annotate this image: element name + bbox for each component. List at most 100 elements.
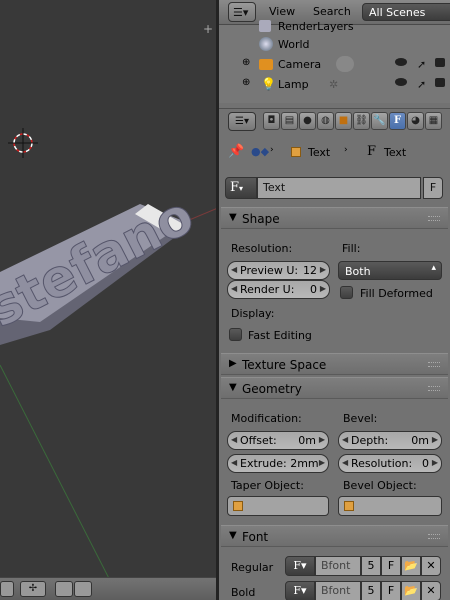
tab-font-data-icon[interactable]: F [389, 112, 406, 130]
tab-world-icon[interactable]: ◍ [317, 112, 334, 130]
close-icon[interactable]: ✕ [421, 581, 441, 600]
taper-object-field[interactable] [227, 496, 329, 516]
tab-render-icon[interactable]: ◘ [263, 112, 280, 130]
offset-value: 0m [298, 434, 316, 447]
bevel-resolution-label: Resolution: [351, 457, 413, 470]
tab-constraints-icon[interactable]: ⛓ [353, 112, 370, 130]
datablock-name-field[interactable]: Text [257, 177, 421, 199]
geometry-panel-header[interactable]: ▼ Geometry [221, 377, 448, 399]
tab-material-icon[interactable]: ◕ [407, 112, 424, 130]
viewport-canvas[interactable]: stefano [0, 0, 218, 600]
open-folder-icon[interactable]: 📂 [401, 581, 421, 600]
render-camera-icon[interactable] [435, 58, 445, 67]
offset-field[interactable]: ◀ Offset: 0m ▶ [227, 431, 329, 450]
bevel-resolution-value: 0 [422, 457, 429, 470]
tab-scene-icon[interactable]: ● [299, 112, 316, 130]
drag-grip-icon[interactable] [428, 362, 440, 367]
pin-icon[interactable]: 📌 [228, 144, 244, 159]
breadcrumb-object: Text [308, 146, 331, 159]
breadcrumb-data: Text [384, 146, 407, 159]
select-arrow-icon[interactable]: ➚ [417, 78, 426, 91]
increment-arrow-icon[interactable]: ▶ [319, 435, 325, 444]
bevel-object-field[interactable] [338, 496, 442, 516]
increment-arrow-icon[interactable]: ▶ [319, 458, 325, 467]
decrement-arrow-icon[interactable]: ◀ [231, 435, 237, 444]
increment-arrow-icon[interactable]: ▶ [432, 458, 438, 467]
fill-deformed-checkbox[interactable] [340, 286, 353, 299]
datablock-name: Text [263, 181, 286, 194]
decrement-arrow-icon[interactable]: ◀ [342, 458, 348, 467]
3d-viewport[interactable]: stefano + ✢ [0, 0, 218, 600]
decrement-arrow-icon[interactable]: ◀ [231, 265, 237, 274]
close-icon[interactable]: ✕ [421, 556, 441, 576]
fake-user-button[interactable]: F [381, 556, 401, 576]
bevel-resolution-field[interactable]: ◀ Resolution: 0 ▶ [338, 454, 442, 473]
bevel-label: Bevel: [343, 412, 378, 425]
viewport-plus-icon[interactable]: + [203, 22, 213, 36]
datablock-browse-button[interactable]: F▾ [225, 177, 257, 199]
shape-panel-header[interactable]: ▼ Shape [221, 207, 448, 229]
right-panel: ☰▾ View Search All Scenes RenderLayers W… [219, 0, 450, 600]
depth-field[interactable]: ◀ Depth: 0m ▶ [338, 431, 442, 450]
outliner-row-renderlayers[interactable]: RenderLayers [219, 16, 450, 36]
render-camera-icon[interactable] [435, 78, 445, 87]
expand-icon[interactable]: ⊕ [242, 57, 250, 68]
tab-modifiers-icon[interactable]: 🔧 [371, 112, 388, 130]
bold-font-label: Bold [231, 586, 256, 599]
open-folder-icon[interactable]: 📂 [401, 556, 421, 576]
expand-icon[interactable]: ⊕ [242, 77, 250, 88]
preview-u-value: 12 [303, 264, 317, 277]
panel-title: Font [242, 530, 269, 544]
font-panel-header[interactable]: ▼ Font [221, 525, 448, 547]
tab-object-icon[interactable]: ■ [335, 112, 352, 130]
render-icon[interactable] [55, 581, 73, 597]
drag-grip-icon[interactable] [428, 216, 440, 221]
increment-arrow-icon[interactable]: ▶ [320, 265, 326, 274]
preview-u-field[interactable]: ◀ Preview U: 12 ▶ [227, 261, 330, 280]
panel-title: Geometry [242, 382, 302, 396]
lamp-icon: 💡 [261, 77, 276, 91]
render-u-label: Render U: [240, 283, 295, 296]
breadcrumb: 📌 ●◆ › Text › F Text [219, 136, 450, 168]
camera-icon [259, 59, 273, 70]
font-browse-button[interactable]: F▾ [285, 581, 315, 600]
regular-font-users: 5 [361, 556, 381, 576]
3d-cursor-icon [8, 128, 38, 158]
regular-font-name[interactable]: Bfont [315, 556, 361, 576]
increment-arrow-icon[interactable]: ▶ [320, 284, 326, 293]
extrude-field[interactable]: ◀ Extrude: 2mm ▶ [227, 454, 329, 473]
properties-editor-type-button[interactable]: ☰▾ [228, 112, 256, 131]
outliner-row-lamp[interactable]: ⊕ 💡 Lamp ✲ ➚ [219, 74, 450, 94]
decrement-arrow-icon[interactable]: ◀ [342, 435, 348, 444]
bold-font-selector[interactable]: F▾ Bfont 5 F 📂 ✕ [285, 581, 441, 600]
modification-label: Modification: [231, 412, 302, 425]
font-browse-button[interactable]: F▾ [285, 556, 315, 576]
clapper-icon[interactable] [74, 581, 92, 597]
snap-icon[interactable]: ✢ [20, 581, 46, 597]
fill-deformed-label: Fill Deformed [360, 287, 433, 300]
visibility-eye-icon[interactable] [395, 78, 407, 86]
regular-font-selector[interactable]: F▾ Bfont 5 F 📂 ✕ [285, 556, 441, 576]
fill-dropdown[interactable]: Both ▴ [338, 261, 442, 280]
select-arrow-icon[interactable]: ➚ [417, 58, 426, 71]
collapse-triangle-icon: ▼ [229, 382, 237, 393]
fake-user-button[interactable]: F [423, 177, 443, 199]
outliner-row-camera[interactable]: ⊕ Camera ➚ [219, 54, 450, 74]
visibility-eye-icon[interactable] [395, 58, 407, 66]
outliner-row-world[interactable]: World [219, 34, 450, 54]
tab-texture-icon[interactable]: ▦ [425, 112, 442, 130]
fast-editing-checkbox[interactable] [229, 328, 242, 341]
drag-grip-icon[interactable] [428, 534, 440, 539]
texture-space-panel-header[interactable]: ▶ Texture Space [221, 353, 448, 375]
outliner[interactable]: RenderLayers World ⊕ Camera ➚ ⊕ 💡 Lamp ✲… [219, 20, 450, 126]
datablock-selector[interactable]: F▾ Text F [225, 177, 443, 199]
bold-font-name[interactable]: Bfont [315, 581, 361, 600]
decrement-arrow-icon[interactable]: ◀ [231, 284, 237, 293]
proportional-edit-icon[interactable] [0, 581, 14, 597]
tab-layers-icon[interactable]: ▤ [281, 112, 298, 130]
render-u-field[interactable]: ◀ Render U: 0 ▶ [227, 280, 330, 299]
increment-arrow-icon[interactable]: ▶ [432, 435, 438, 444]
decrement-arrow-icon[interactable]: ◀ [231, 458, 237, 467]
fake-user-button[interactable]: F [381, 581, 401, 600]
drag-grip-icon[interactable] [428, 386, 440, 391]
